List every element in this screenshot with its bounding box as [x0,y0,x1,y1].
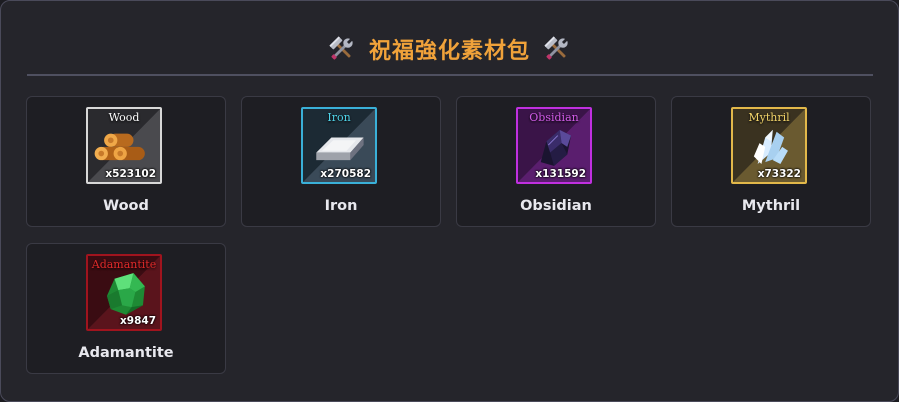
material-quantity: x73322 [757,168,801,180]
material-card-iron[interactable]: Iron x270582 Iron [241,96,441,227]
header-divider [27,74,873,76]
material-quantity: x9847 [120,315,156,327]
material-quantity: x131592 [535,168,586,180]
material-icon-frame: Iron x270582 [301,107,377,184]
material-pack-panel: 祝福強化素材包 Wood x523102 Wood Iron x270582 I… [0,0,899,402]
material-icon-label: Adamantite [91,258,157,271]
material-icon-frame: Mythril x73322 [731,107,807,184]
material-icon-label: Obsidian [529,111,579,124]
material-name: Obsidian [520,198,592,214]
material-name: Adamantite [78,345,174,361]
material-icon-frame: Wood x523102 [86,107,162,184]
material-quantity: x523102 [105,168,156,180]
material-icon-label: Mythril [748,111,790,124]
material-icon-frame: Adamantite x9847 [86,254,162,331]
panel-header: 祝福強化素材包 [1,29,898,69]
material-name: Wood [103,198,149,214]
material-quantity: x270582 [320,168,371,180]
material-name: Iron [324,198,358,214]
hammer-wrench-icon [544,36,568,60]
material-name: Mythril [741,198,801,214]
panel-title: 祝福強化素材包 [368,39,530,64]
material-icon-label: Wood [108,111,140,124]
material-icon-label: Iron [327,111,351,124]
material-card-mythril[interactable]: Mythril x73322 Mythril [671,96,871,227]
material-card-wood[interactable]: Wood x523102 Wood [26,96,226,227]
material-card-adamantite[interactable]: Adamantite x9847 Adamantite [26,243,226,374]
material-card-obsidian[interactable]: Obsidian x131592 Obsidian [456,96,656,227]
hammer-wrench-icon [329,36,353,60]
material-icon-frame: Obsidian x131592 [516,107,592,184]
